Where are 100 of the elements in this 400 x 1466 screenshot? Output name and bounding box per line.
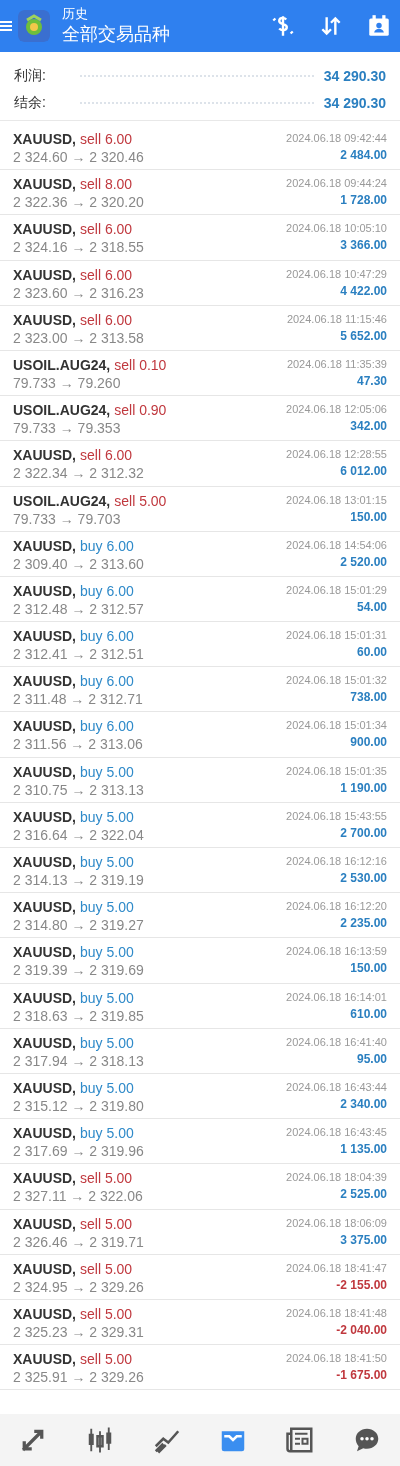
trade-profit: 1 135.00: [340, 1141, 387, 1159]
trade-symbol: XAUUSD,: [13, 311, 76, 328]
trade-prices: 2 324.60 → 2 320.46: [13, 148, 144, 166]
trade-prices: 2 319.39 → 2 319.69: [13, 961, 144, 980]
summary-value: 34 290.30: [323, 94, 386, 111]
trade-profit: 610.00: [350, 1005, 387, 1023]
order-type: sell 5.00: [80, 1260, 133, 1277]
trade-profit: 4 422.00: [340, 282, 387, 300]
menu-icon[interactable]: [0, 20, 12, 32]
trade-prices: 79.733 → 79.260: [13, 373, 122, 392]
trade-profit: 2 235.00: [340, 915, 387, 933]
order-type: buy 6.00: [80, 628, 134, 645]
trade-prices: 2 324.95 → 2 329.26: [13, 1277, 144, 1296]
order-type: sell 6.00: [80, 447, 133, 464]
trade-prices: 2 310.75 → 2 313.13: [13, 780, 144, 799]
trade-time: 2024.06.18 15:01:34: [286, 718, 387, 734]
trade-time: 2024.06.18 09:44:24: [286, 176, 387, 192]
trade-prices: 2 317.69 → 2 319.96: [13, 1142, 144, 1161]
summary-value: 34 290.30: [323, 67, 386, 84]
trade-prices: 2 311.48 → 2 312.71: [13, 690, 143, 709]
trade-symbol: XAUUSD,: [13, 1351, 76, 1368]
trade-symbol: XAUUSD,: [13, 1034, 76, 1051]
order-type: sell 6.00: [80, 221, 133, 238]
symbol-filter[interactable]: 全部交易品种: [62, 22, 248, 46]
order-type: buy 5.00: [80, 808, 134, 825]
trade-time: 2024.06.18 16:12:16: [286, 854, 387, 869]
trade-time: 2024.06.18 10:47:29: [286, 266, 387, 282]
trade-symbol: XAUUSD,: [13, 1125, 76, 1142]
trade-profit: 1 728.00: [340, 192, 387, 210]
trade-time: 2024.06.18 16:43:44: [286, 1079, 387, 1095]
trade-time: 2024.06.18 18:41:48: [286, 1305, 387, 1321]
trade-symbol: XAUUSD,: [13, 763, 76, 780]
trade-profit: 2 525.00: [340, 1186, 387, 1204]
trade-symbol: XAUUSD,: [13, 628, 76, 645]
order-type: buy 6.00: [80, 718, 134, 735]
trade-prices: 2 312.41 → 2 312.51: [13, 645, 144, 664]
trade-time: 2024.06.18 13:01:15: [286, 492, 387, 508]
order-type: buy 5.00: [80, 899, 134, 916]
trade-time: 2024.06.18 15:01:29: [286, 582, 387, 598]
trade-profit: 150.00: [350, 508, 387, 526]
app-logo-icon: [18, 10, 50, 42]
order-type: buy 6.00: [80, 537, 134, 554]
trade-prices: 2 318.63 → 2 319.85: [13, 1006, 144, 1025]
trade-time: 2024.06.18 12:28:55: [286, 447, 387, 463]
trade-time: 2024.06.18 18:41:50: [286, 1351, 387, 1367]
order-type: buy 5.00: [80, 1034, 134, 1051]
order-type: sell 8.00: [80, 176, 133, 193]
trade-symbol: XAUUSD,: [13, 808, 76, 825]
trade-time: 2024.06.18 18:06:09: [286, 1215, 387, 1231]
trade-profit: 900.00: [350, 734, 387, 752]
trade-prices: 2 311.56 → 2 313.06: [13, 735, 143, 754]
trade-time: 2024.06.18 15:43:55: [286, 808, 387, 824]
trade-profit: -1 675.00: [336, 1367, 387, 1385]
trade-prices: 2 312.48 → 2 312.57: [13, 599, 144, 618]
trade-time: 2024.06.18 15:01:31: [286, 628, 387, 644]
trade-profit: 738.00: [350, 689, 387, 707]
trade-symbol: USOIL.AUG24,: [13, 402, 111, 419]
trade-symbol: XAUUSD,: [13, 944, 76, 961]
order-type: buy 5.00: [80, 1079, 134, 1096]
trade-time: 2024.06.18 16:41:40: [286, 1034, 387, 1050]
trade-symbol: XAUUSD,: [13, 266, 76, 283]
trade-time: 2024.06.18 15:01:32: [286, 673, 387, 689]
trade-prices: 2 323.60 → 2 316.23: [13, 283, 144, 302]
order-type: sell 5.00: [80, 1305, 133, 1322]
trade-prices: 2 322.34 → 2 312.32: [13, 464, 144, 483]
trade-symbol: XAUUSD,: [13, 1305, 76, 1322]
order-type: buy 5.00: [80, 763, 134, 780]
trade-prices: 79.733 → 79.703: [13, 509, 122, 528]
order-type: sell 5.00: [80, 1351, 133, 1368]
trade-profit: 150.00: [350, 960, 387, 978]
trade-prices: 2 317.94 → 2 318.13: [13, 1051, 144, 1070]
trade-profit: -2 040.00: [336, 1321, 387, 1339]
trade-symbol: XAUUSD,: [13, 854, 76, 870]
trade-prices: 2 316.64 → 2 322.04: [13, 825, 144, 844]
trade-prices: 2 309.40 → 2 313.60: [13, 554, 144, 573]
trade-prices: 2 325.91 → 2 329.26: [13, 1368, 144, 1387]
trade-symbol: XAUUSD,: [13, 989, 76, 1006]
trade-prices: 2 327.11 → 2 322.06: [13, 1187, 143, 1206]
newspaper-icon[interactable]: [284, 1425, 315, 1455]
trade-symbol: XAUUSD,: [13, 1079, 76, 1096]
order-type: sell 0.10: [114, 356, 167, 373]
trade-time: 2024.06.18 18:41:47: [286, 1260, 387, 1276]
trade-symbol: XAUUSD,: [13, 176, 76, 193]
trade-profit: 2 700.00: [340, 824, 387, 842]
order-type: sell 6.00: [80, 266, 133, 283]
calendar-icon[interactable]: [366, 13, 392, 39]
trade-time: 2024.06.18 15:01:35: [286, 763, 387, 779]
trade-time: 2024.06.18 16:12:20: [286, 899, 387, 915]
trade-profit: 95.00: [356, 1050, 387, 1068]
trade-time: 2024.06.18 10:05:10: [286, 221, 387, 237]
trade-symbol: XAUUSD,: [13, 673, 76, 690]
trade-prices: 2 314.13 → 2 319.19: [13, 871, 144, 889]
currency-icon[interactable]: [270, 13, 296, 39]
trade-symbol: USOIL.AUG24,: [13, 356, 111, 373]
trade-prices: 2 325.23 → 2 329.31: [13, 1322, 144, 1341]
trade-profit: 2 530.00: [340, 870, 387, 887]
trade-profit: 342.00: [350, 418, 387, 436]
trade-profit: 3 366.00: [340, 237, 387, 255]
trade-symbol: XAUUSD,: [13, 899, 76, 916]
trade-profit: -2 155.00: [336, 1276, 387, 1294]
